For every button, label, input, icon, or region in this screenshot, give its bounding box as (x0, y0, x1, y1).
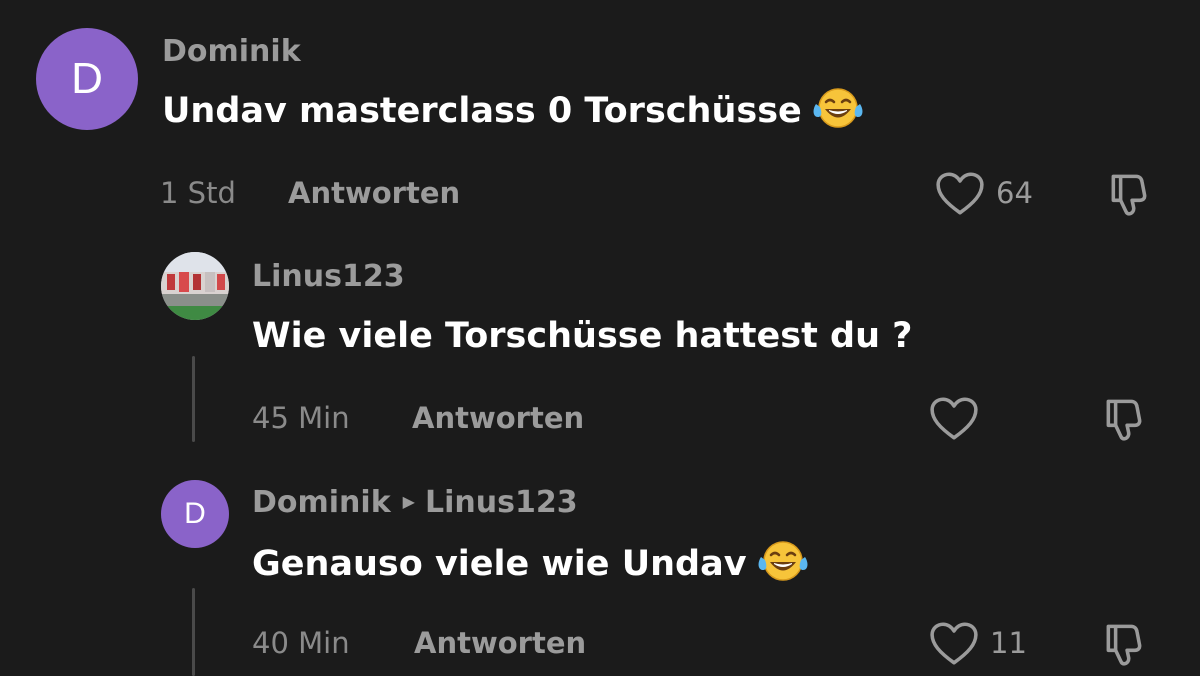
like-heart-icon[interactable] (929, 396, 979, 442)
comment-username[interactable]: Dominik (162, 34, 301, 69)
comment-timestamp: 45 Min (252, 401, 350, 435)
reply-button[interactable]: Antworten (412, 401, 584, 435)
avatar-linus123[interactable] (161, 252, 229, 320)
reply-to-username[interactable]: Linus123 (425, 485, 578, 520)
like-count: 11 (990, 626, 1027, 660)
dislike-icon[interactable] (1100, 618, 1150, 668)
comment-timestamp: 1 Std (160, 176, 236, 210)
like-count: 64 (996, 176, 1033, 210)
comment-text: Wie viele Torschüsse hattest du ? (252, 316, 913, 356)
comment-text-body: Undav masterclass 0 Torschüsse (162, 91, 802, 131)
avatar-letter: D (71, 54, 103, 103)
laughing-emoji-icon (757, 539, 809, 583)
laughing-emoji-icon (812, 86, 864, 130)
avatar-letter: D (184, 497, 206, 530)
reply-header: Dominik ▶ Linus123 (252, 485, 578, 520)
comment-text-body: Genauso viele wie Undav (252, 544, 747, 584)
avatar-dominik[interactable]: D (161, 480, 229, 548)
like-heart-icon[interactable] (935, 171, 985, 217)
reply-arrow-icon: ▶ (402, 492, 415, 511)
dislike-icon[interactable] (1105, 168, 1155, 218)
comment-text: Genauso viele wie Undav (252, 543, 809, 587)
stadium-photo-image (161, 252, 229, 320)
like-heart-icon[interactable] (929, 621, 979, 667)
comment-username[interactable]: Linus123 (252, 259, 405, 294)
thread-line (192, 356, 195, 442)
dislike-icon[interactable] (1100, 393, 1150, 443)
comment-timestamp: 40 Min (252, 626, 350, 660)
comment-username[interactable]: Dominik (252, 485, 391, 520)
comment-text: Undav masterclass 0 Torschüsse (162, 90, 864, 134)
thread-line (192, 588, 195, 676)
reply-button[interactable]: Antworten (288, 176, 460, 210)
reply-button[interactable]: Antworten (414, 626, 586, 660)
avatar-dominik[interactable]: D (36, 28, 138, 130)
comment-thread: D Dominik Undav masterclass 0 Torschüsse… (0, 0, 1200, 676)
